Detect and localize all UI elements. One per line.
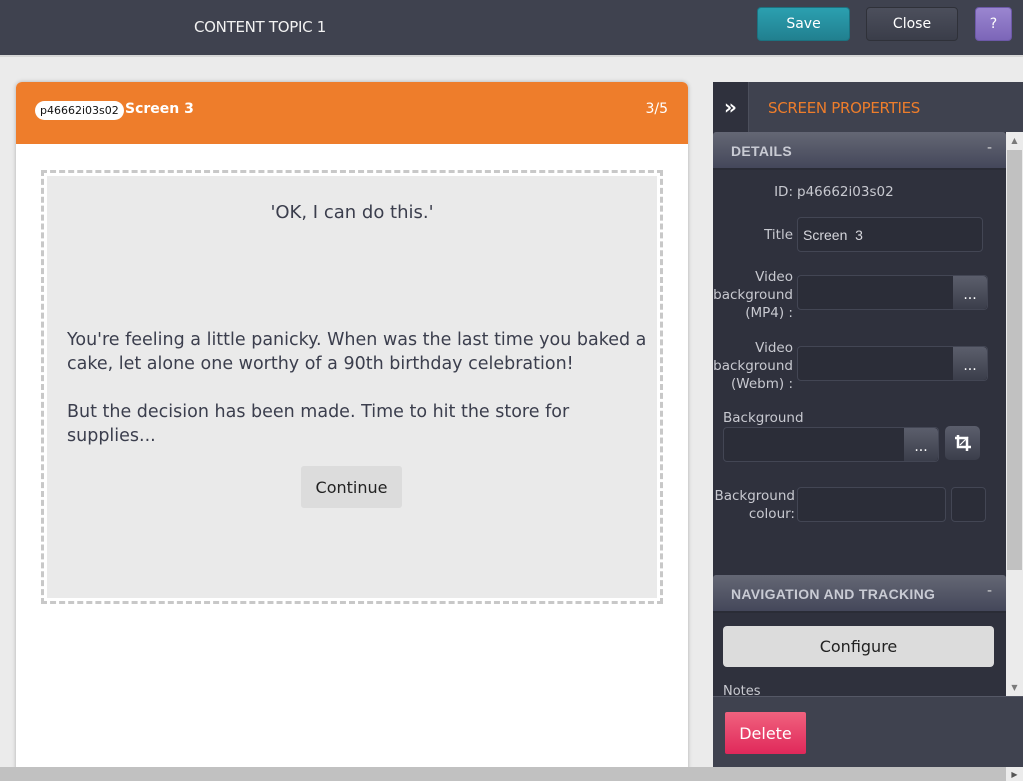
save-button[interactable]: Save: [757, 7, 850, 41]
scroll-right-icon[interactable]: ▶: [1006, 767, 1023, 781]
paragraph: But the decision has been made. Time to …: [67, 402, 570, 446]
stage-content: 'OK, I can do this.' You're feeling a li…: [47, 176, 657, 598]
details-collapse-toggle[interactable]: -: [987, 140, 992, 156]
background-colour-input[interactable]: [797, 487, 946, 522]
screen-quote: 'OK, I can do this.': [270, 202, 434, 223]
collapse-panel-icon[interactable]: »: [713, 82, 749, 132]
panel-header: » SCREEN PROPERTIES: [713, 82, 1023, 132]
video-webm-label: Video background (Webm) :: [713, 340, 793, 392]
top-bar: CONTENT TOPIC 1 Save Close ?: [0, 0, 1023, 57]
title-input[interactable]: [797, 217, 983, 252]
scrollbar-thumb[interactable]: [1007, 150, 1022, 570]
screen-counter: 3/5: [645, 101, 668, 117]
video-mp4-label: Video background (MP4) :: [713, 269, 793, 321]
paragraph: You're feeling a little panicky. When wa…: [67, 330, 647, 374]
browse-background-button[interactable]: ...: [904, 428, 938, 461]
id-label: ID:: [774, 184, 793, 200]
video-webm-input[interactable]: ...: [797, 346, 988, 381]
help-button[interactable]: ?: [975, 7, 1012, 41]
background-colour-swatch[interactable]: [951, 487, 986, 522]
browse-video-webm-button[interactable]: ...: [953, 347, 987, 380]
continue-button[interactable]: Continue: [301, 466, 402, 508]
screen-properties-panel: » SCREEN PROPERTIES DETAILS - ID: p46662…: [713, 82, 1023, 781]
scroll-down-icon[interactable]: ▼: [1006, 679, 1023, 696]
navigation-collapse-toggle[interactable]: -: [987, 583, 992, 599]
video-mp4-input[interactable]: ...: [797, 275, 988, 310]
page-title: CONTENT TOPIC 1: [194, 18, 327, 36]
navigation-section-label: NAVIGATION AND TRACKING: [731, 586, 936, 602]
details-section-label: DETAILS: [731, 143, 792, 159]
vertical-scrollbar[interactable]: ▲ ▼: [1006, 132, 1023, 696]
background-colour-label: Background colour:: [714, 488, 795, 522]
crop-background-button[interactable]: [945, 426, 980, 460]
background-label: Background: [723, 410, 804, 426]
browse-video-mp4-button[interactable]: ...: [953, 276, 987, 309]
screen-name: Screen 3: [125, 101, 194, 117]
scroll-up-icon[interactable]: ▲: [1006, 132, 1023, 149]
navigation-section-header[interactable]: NAVIGATION AND TRACKING -: [713, 575, 1006, 613]
horizontal-scrollbar[interactable]: ▶: [0, 767, 1023, 781]
screen-stage[interactable]: 'OK, I can do this.' You're feeling a li…: [41, 170, 663, 604]
background-input[interactable]: ...: [723, 427, 939, 462]
properties-scroll-area: DETAILS - ID: p46662i03s02 Title Video b…: [713, 132, 1023, 696]
screen-body-text: You're feeling a little panicky. When wa…: [67, 328, 647, 448]
panel-title: SCREEN PROPERTIES: [768, 99, 920, 117]
title-label: Title: [764, 227, 793, 243]
screen-preview-card: p46662i03s02 Screen 3 3/5 'OK, I can do …: [16, 82, 688, 781]
configure-button[interactable]: Configure: [723, 626, 994, 667]
notes-label: Notes: [723, 684, 761, 696]
card-header: p46662i03s02 Screen 3 3/5: [16, 82, 688, 144]
close-button[interactable]: Close: [866, 7, 958, 41]
screen-id-badge: p46662i03s02: [35, 101, 124, 120]
id-value: p46662i03s02: [797, 184, 894, 200]
crop-icon: [954, 435, 971, 451]
delete-button[interactable]: Delete: [725, 712, 806, 754]
details-section-header[interactable]: DETAILS -: [713, 132, 1006, 170]
